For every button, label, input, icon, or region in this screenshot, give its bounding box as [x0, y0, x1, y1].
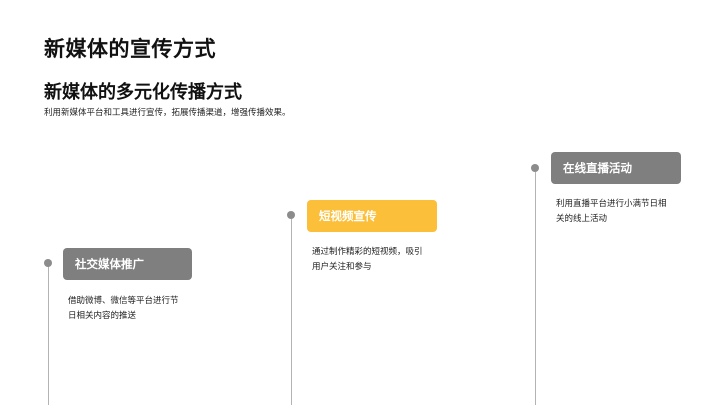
timeline-dot [44, 259, 52, 267]
card-text-line: 利用直播平台进行小满节日相 [556, 199, 667, 209]
section-description: 利用新媒体平台和工具进行宣传，拓展传播渠道，增强传播效果。 [44, 108, 291, 118]
card-text-short-video: 通过制作精彩的短视频，吸引 用户关注和参与 [312, 245, 423, 275]
card-text-social-media: 借助微博、微信等平台进行节 日相关内容的推送 [68, 294, 179, 324]
timeline-dot [531, 164, 539, 172]
timeline-line [535, 172, 536, 405]
slide-title: 新媒体的宣传方式 [44, 37, 216, 61]
card-text-line: 借助微博、微信等平台进行节 [68, 296, 179, 306]
card-text-line: 日相关内容的推送 [68, 311, 137, 321]
card-text-line: 通过制作精彩的短视频，吸引 [312, 247, 423, 257]
card-label-social-media: 社交媒体推广 [63, 248, 192, 280]
card-label-live-stream: 在线直播活动 [551, 152, 681, 184]
card-text-line: 用户关注和参与 [312, 262, 372, 272]
timeline-line [48, 263, 49, 405]
card-text-line: 关的线上活动 [556, 214, 608, 224]
timeline-line [291, 219, 292, 405]
timeline-dot [287, 211, 295, 219]
card-label-short-video: 短视频宣传 [307, 200, 437, 232]
section-title: 新媒体的多元化传播方式 [44, 82, 242, 103]
card-text-live-stream: 利用直播平台进行小满节日相 关的线上活动 [556, 197, 667, 227]
